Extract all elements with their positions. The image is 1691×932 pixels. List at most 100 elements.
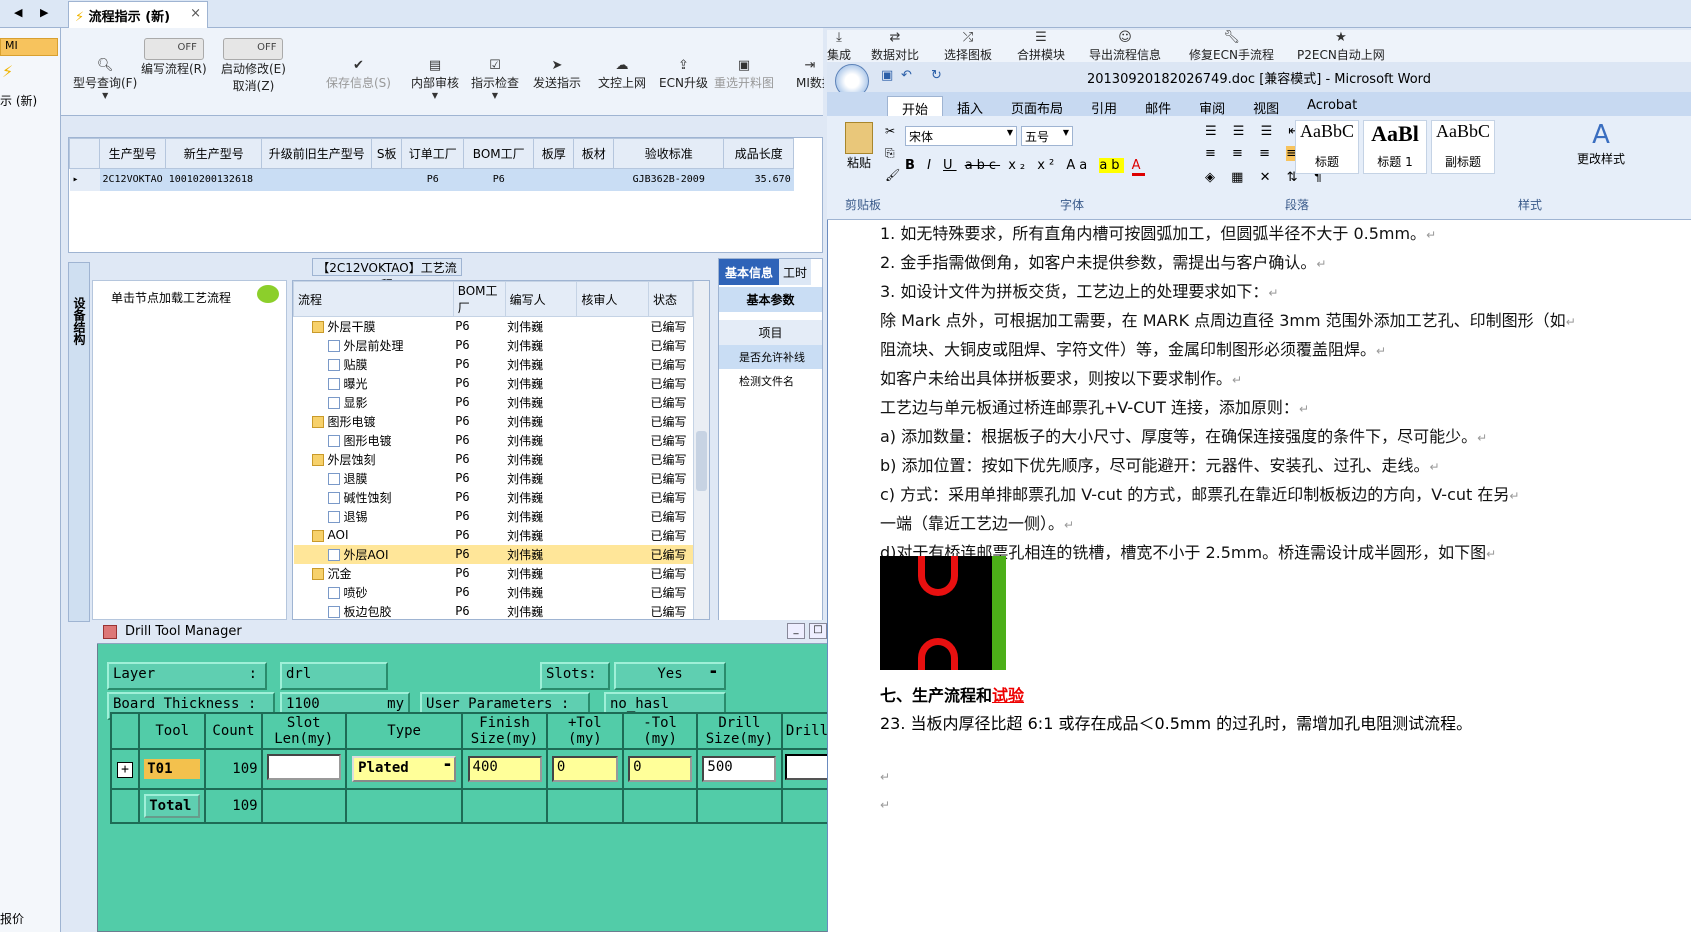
- tree-row[interactable]: AOI P6 刘伟巍 已编写: [294, 526, 693, 545]
- style-item[interactable]: AaBbC 副标题: [1431, 120, 1495, 174]
- data-compare-button[interactable]: ⇄ 数据对比: [871, 30, 919, 62]
- export-flow-button[interactable]: ☺ 导出流程信息: [1089, 30, 1161, 62]
- subscript-icon[interactable]: x₂: [1008, 158, 1029, 173]
- tree-scrollbar[interactable]: [693, 281, 709, 619]
- document-body[interactable]: 1. 如无特殊要求，所有直角内槽可按圆弧加工，但圆弧半径不大于 0.5mm。↵ 2…: [880, 220, 1680, 568]
- expand-icon[interactable]: +: [117, 761, 134, 778]
- column-header[interactable]: Count: [204, 712, 263, 750]
- minimize-icon[interactable]: _: [787, 623, 805, 639]
- tree-row[interactable]: 外层前处理 P6 刘伟巍 已编写: [294, 336, 693, 355]
- integrate-button[interactable]: ⤓ 集成: [827, 30, 851, 62]
- tree-row[interactable]: 碱性蚀刻 P6 刘伟巍 已编写: [294, 488, 693, 507]
- minus-tol-input[interactable]: 0: [628, 756, 693, 782]
- column-header[interactable]: 编写人: [504, 281, 578, 317]
- tree-row[interactable]: 图形电镀 P6 刘伟巍 已编写: [294, 431, 693, 450]
- column-header[interactable]: Tool: [138, 712, 207, 750]
- column-header[interactable]: Finish Size(my): [461, 712, 548, 750]
- select-board-button[interactable]: ⤮ 选择图板: [944, 30, 992, 62]
- column-header[interactable]: 升级前旧生产型号: [261, 138, 373, 169]
- info-row[interactable]: 是否允许补线: [719, 345, 822, 369]
- column-header[interactable]: 成品长度: [723, 138, 795, 169]
- font-color-icon[interactable]: A: [1131, 158, 1145, 176]
- slot-len-input[interactable]: [266, 754, 341, 780]
- ecn-upgrade-button[interactable]: ⇪ ECN升级: [659, 58, 708, 91]
- column-header[interactable]: 板材: [573, 138, 615, 169]
- side-label[interactable]: 示 (新): [0, 92, 37, 109]
- table-row[interactable]: + T01 109 Plated ▬ 400 0 0 500: [109, 748, 868, 790]
- repair-ecn-button[interactable]: 🔧︎ 修复ECN手流程: [1189, 30, 1274, 62]
- column-header[interactable]: BOM工厂: [463, 138, 535, 169]
- multilevel-icon[interactable]: ☰: [1261, 124, 1279, 139]
- bullets-icon[interactable]: ☰: [1205, 124, 1223, 139]
- instruction-check-button[interactable]: ☑ 指示检查 ▼: [471, 58, 519, 107]
- format-painter-icon[interactable]: 🖌︎: [885, 168, 900, 182]
- column-header[interactable]: 状态: [648, 281, 693, 317]
- forward-icon[interactable]: ▶: [40, 6, 48, 19]
- write-flow-toggle[interactable]: OFF 编写流程(R): [141, 38, 207, 77]
- tree-row[interactable]: 板边包胶 P6 刘伟巍 已编写: [294, 602, 693, 620]
- highlight-icon[interactable]: ab: [1099, 158, 1124, 173]
- plus-tol-input[interactable]: 0: [551, 756, 618, 782]
- info-row[interactable]: 检测文件名: [719, 369, 822, 393]
- back-icon[interactable]: ◀: [14, 6, 22, 19]
- tree-row[interactable]: 退膜 P6 刘伟巍 已编写: [294, 469, 693, 488]
- tree-row[interactable]: 外层AOI P6 刘伟巍 已编写: [293, 544, 693, 564]
- borders-icon[interactable]: ▦: [1231, 170, 1249, 185]
- merge-module-button[interactable]: ☰ 合拼模块: [1017, 30, 1065, 62]
- italic-icon[interactable]: I: [927, 158, 935, 173]
- font-name-select[interactable]: 宋体 ▼: [905, 126, 1017, 146]
- side-tab-panel[interactable]: 设备结构: [68, 262, 90, 622]
- column-header[interactable]: +Tol (my): [545, 712, 624, 750]
- tool-cell[interactable]: T01: [144, 759, 201, 779]
- slots-select[interactable]: Yes ▬: [614, 662, 726, 690]
- column-header[interactable]: 订单工厂: [401, 138, 465, 169]
- column-header[interactable]: S板: [371, 138, 403, 169]
- layer-field[interactable]: drl: [280, 662, 388, 690]
- tab-process-instruction[interactable]: ⚡ 流程指示 (新) ×: [68, 1, 208, 28]
- column-header[interactable]: 板厚: [533, 138, 575, 169]
- finish-size-input[interactable]: 400: [467, 756, 542, 782]
- footer-label[interactable]: 报价: [0, 910, 24, 927]
- column-header[interactable]: -Tol (my): [621, 712, 699, 750]
- paste-button[interactable]: 粘贴: [841, 122, 877, 171]
- tree-row[interactable]: 喷砂 P6 刘伟巍 已编写: [294, 583, 693, 602]
- column-header[interactable]: 核审人: [576, 281, 649, 317]
- mi-import-button[interactable]: ⇥MI数据导入: [796, 58, 824, 91]
- drill-size-input[interactable]: 500: [702, 756, 777, 782]
- send-instruction-button[interactable]: ➤ 发送指示: [533, 58, 581, 91]
- p2ecn-button[interactable]: ★ P2ECN自动上网: [1297, 30, 1385, 62]
- save-info-button[interactable]: ✔ 保存信息(S): [326, 58, 391, 91]
- close-icon[interactable]: ×: [190, 6, 201, 21]
- tree-row[interactable]: 显影 P6 刘伟巍 已编写: [294, 393, 693, 412]
- bold-icon[interactable]: B: [905, 158, 919, 173]
- tree-row[interactable]: 外层干膜 P6 刘伟巍 已编写: [294, 317, 693, 336]
- align-right-icon[interactable]: ≡: [1259, 146, 1276, 161]
- shading-icon[interactable]: ◈: [1205, 170, 1221, 185]
- column-header[interactable]: 流程: [293, 281, 454, 317]
- redo-icon[interactable]: ↻: [931, 68, 942, 83]
- save-icon[interactable]: ▣: [881, 68, 893, 83]
- font-size-select[interactable]: 五号 ▼: [1021, 126, 1073, 146]
- cut-icon[interactable]: ✂: [885, 124, 895, 138]
- column-header[interactable]: Drill Size(my): [696, 712, 783, 750]
- column-header[interactable]: 新生产型号: [165, 138, 263, 169]
- type-select[interactable]: Plated ▬: [352, 756, 457, 782]
- superscript-icon[interactable]: x²: [1037, 158, 1058, 173]
- strikethrough-icon[interactable]: abc: [965, 158, 1000, 173]
- undo-icon[interactable]: ↶: [901, 68, 912, 83]
- align-left-icon[interactable]: ≡: [1205, 146, 1222, 161]
- column-header[interactable]: Type: [344, 712, 464, 750]
- doc-upload-button[interactable]: ☁ 文控上网: [598, 58, 646, 91]
- side-tab-label[interactable]: 设备结构: [71, 297, 88, 345]
- column-header[interactable]: 生产型号: [98, 138, 167, 169]
- chinese-layout-icon[interactable]: ✕: [1260, 170, 1277, 185]
- maximize-icon[interactable]: □: [809, 623, 827, 639]
- column-header[interactable]: BOM工厂: [452, 281, 506, 317]
- copy-icon[interactable]: ⎘: [885, 146, 895, 161]
- underline-icon[interactable]: U: [943, 158, 957, 173]
- style-item[interactable]: AaBbC 标题: [1295, 120, 1359, 174]
- tree-row[interactable]: 曝光 P6 刘伟巍 已编写: [294, 374, 693, 393]
- tree-row[interactable]: 外层蚀刻 P6 刘伟巍 已编写: [294, 450, 693, 469]
- tab-basic-info[interactable]: 基本信息: [719, 259, 780, 285]
- tree-row[interactable]: 图形电镀 P6 刘伟巍 已编写: [294, 412, 693, 431]
